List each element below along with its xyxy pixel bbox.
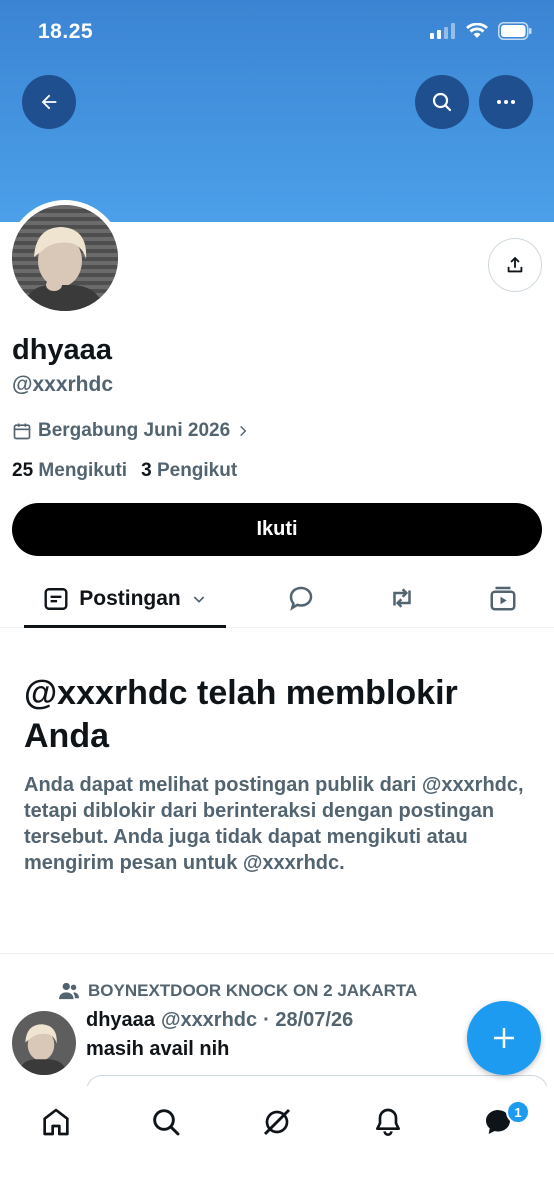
- avatar: [12, 205, 118, 311]
- display-name: dhyaaa: [12, 334, 112, 366]
- search-icon: [153, 1109, 180, 1136]
- share-icon: [507, 256, 523, 273]
- status-time: 18.25: [38, 20, 94, 43]
- bottom-nav: [0, 1086, 554, 1199]
- bell-icon: [376, 1108, 400, 1136]
- user-handle: @xxxrhdc: [12, 373, 114, 396]
- post-author-handle[interactable]: @xxxrhdc: [161, 1009, 257, 1032]
- post-text: masih avail nih: [86, 1038, 230, 1060]
- blocked-description: Anda dapat melihat postingan publik dari…: [24, 774, 524, 874]
- community-icon: [59, 982, 79, 1000]
- tab-replies[interactable]: [285, 582, 317, 614]
- chevron-down-icon: [193, 595, 205, 603]
- post-header: dhyaaa @xxxrhdc · 28/07/26: [86, 1009, 353, 1032]
- search-button[interactable]: [415, 75, 469, 129]
- nav-notifications[interactable]: [370, 1104, 406, 1140]
- follow-button[interactable]: Ikuti: [12, 503, 542, 556]
- nav-home[interactable]: [38, 1104, 74, 1140]
- back-button[interactable]: [22, 75, 76, 129]
- calendar-icon: [13, 423, 31, 440]
- community-label[interactable]: BOYNEXTDOOR KNOCK ON 2 JAKARTA: [58, 981, 417, 1001]
- tab-reposts[interactable]: [386, 582, 418, 614]
- blocked-title: @xxxrhdc telah memblokir Anda: [24, 674, 458, 755]
- following-label: Mengikuti: [38, 460, 128, 481]
- reply-icon: [289, 586, 313, 611]
- post-date: · 28/07/26: [263, 1009, 354, 1031]
- tab-posts[interactable]: Postingan: [24, 572, 226, 628]
- grok-icon: [263, 1108, 291, 1136]
- tab-media[interactable]: [487, 582, 519, 614]
- profile-avatar[interactable]: [7, 200, 123, 316]
- chevron-right-icon: [240, 425, 247, 437]
- wifi-icon: [466, 23, 488, 38]
- media-icon: [490, 586, 516, 611]
- more-options-button[interactable]: [479, 75, 533, 129]
- nav-grok[interactable]: [259, 1104, 295, 1140]
- followers-label: Pengikut: [156, 460, 238, 481]
- repost-icon: [393, 588, 411, 608]
- home-indicator: [0, 1191, 554, 1199]
- profile-tabs: Postingan: [0, 572, 554, 628]
- followers-link[interactable]: 3 Pengikut: [141, 460, 237, 482]
- search-icon: [432, 92, 452, 112]
- more-horizontal-icon: [497, 100, 515, 104]
- nav-search[interactable]: [148, 1104, 184, 1140]
- compose-button[interactable]: [467, 1001, 541, 1075]
- follow-stats: 25 Mengikuti 3 Pengikut: [12, 460, 237, 482]
- signal-icon: [430, 23, 455, 39]
- post-author-name[interactable]: dhyaaa: [86, 1009, 155, 1032]
- following-link[interactable]: 25 Mengikuti: [12, 460, 127, 482]
- community-name: BOYNEXTDOOR KNOCK ON 2 JAKARTA: [88, 981, 418, 1000]
- messages-badge: 1: [506, 1100, 530, 1124]
- joined-label: Bergabung Juni 2026: [38, 420, 231, 441]
- home-icon: [43, 1108, 69, 1136]
- joined-date[interactable]: Bergabung Juni 2026: [12, 420, 250, 442]
- plus-icon: [494, 1028, 514, 1048]
- posts-icon: [44, 587, 68, 610]
- status-icons: [430, 22, 532, 40]
- tab-posts-label: Postingan: [79, 586, 181, 610]
- status-bar: 18.25: [0, 0, 554, 66]
- arrow-left-icon: [41, 94, 57, 110]
- followers-count: 3: [141, 460, 152, 481]
- share-profile-button[interactable]: [488, 238, 542, 292]
- divider: [0, 953, 554, 954]
- post-avatar[interactable]: [12, 1011, 76, 1075]
- following-count: 25: [12, 460, 34, 481]
- battery-icon: [498, 22, 532, 40]
